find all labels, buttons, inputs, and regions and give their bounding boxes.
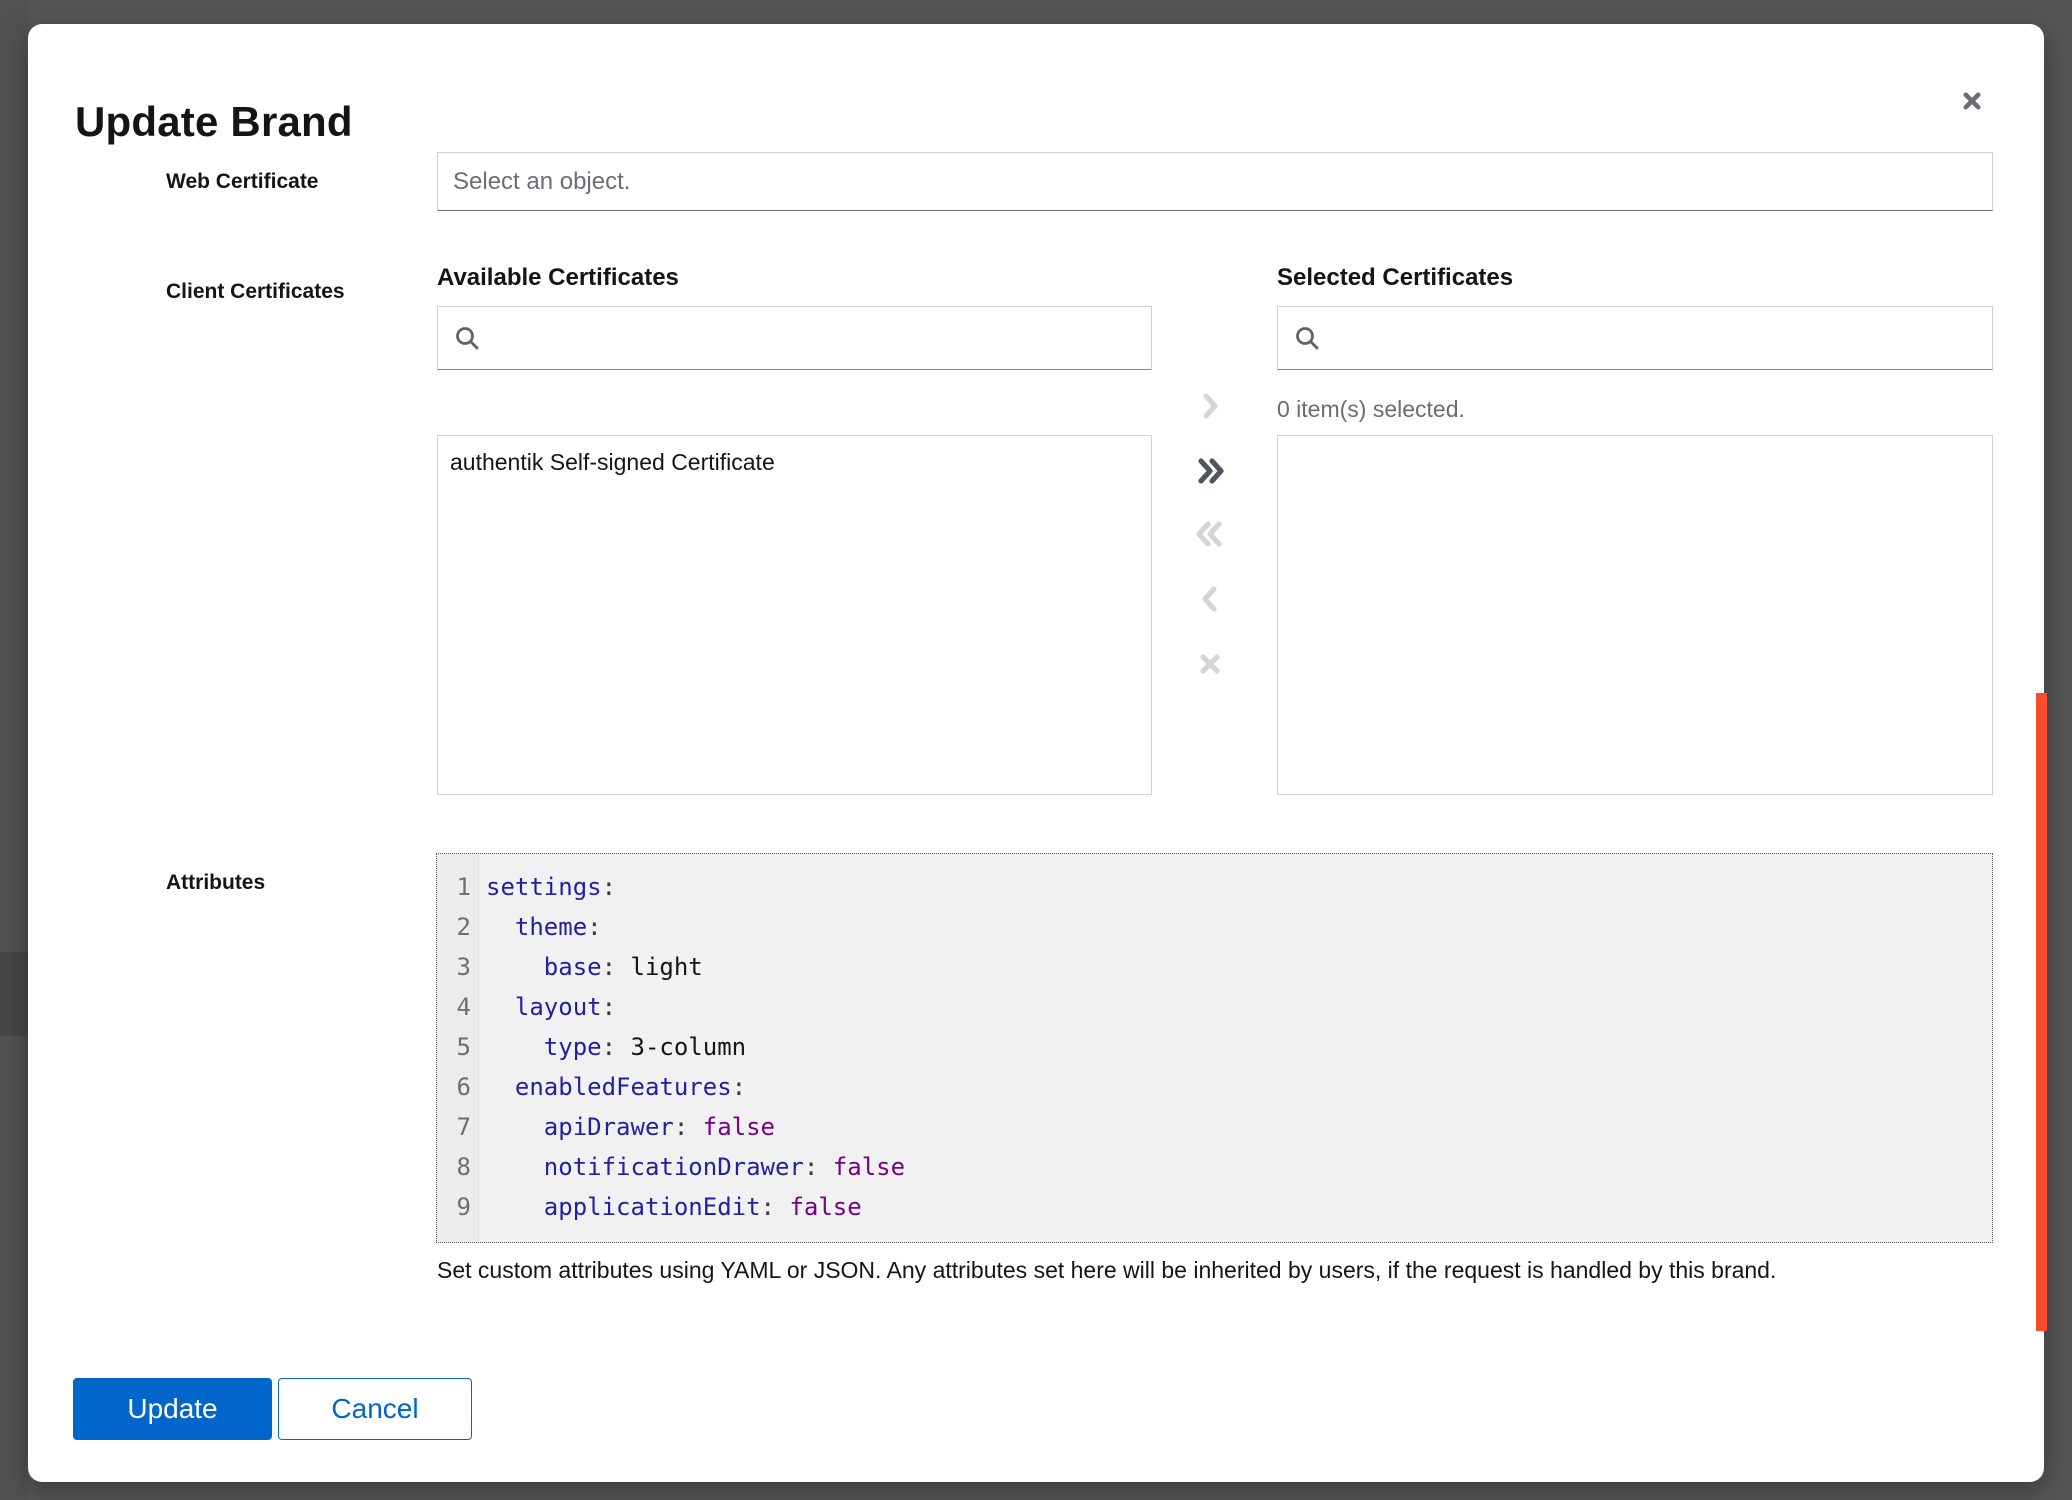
code-editor-content: 1settings:2 theme:3 base: light4 layout:… <box>437 867 1992 1227</box>
search-icon <box>453 324 481 352</box>
times-icon <box>1192 646 1228 682</box>
line-number: 6 <box>437 1067 478 1107</box>
line-number: 9 <box>437 1187 478 1227</box>
available-search-box <box>437 306 1152 370</box>
code-line: 1settings: <box>437 867 1992 907</box>
client-certificates-label: Client Certificates <box>166 280 345 304</box>
code-line: 6 enabledFeatures: <box>437 1067 1992 1107</box>
dimmed-background-sidebar <box>0 0 28 1500</box>
selected-count-status: 0 item(s) selected. <box>1277 396 1465 423</box>
available-search-input[interactable] <box>493 309 1136 367</box>
selected-search-box <box>1277 306 1993 370</box>
update-button[interactable]: Update <box>73 1378 272 1440</box>
cancel-button[interactable]: Cancel <box>278 1378 472 1440</box>
move-selected-left-button[interactable] <box>1188 577 1232 621</box>
clear-selection-button[interactable] <box>1188 642 1232 686</box>
attributes-code-editor[interactable]: 1settings:2 theme:3 base: light4 layout:… <box>436 853 1993 1243</box>
line-number: 8 <box>437 1147 478 1187</box>
code-line: 2 theme: <box>437 907 1992 947</box>
code-line: 8 notificationDrawer: false <box>437 1147 1992 1187</box>
search-icon <box>1293 324 1321 352</box>
line-number: 7 <box>437 1107 478 1147</box>
modal-title: Update Brand <box>75 98 353 146</box>
selected-search-input[interactable] <box>1333 309 1977 367</box>
move-selected-right-button[interactable] <box>1188 384 1232 428</box>
code-line: 7 apiDrawer: false <box>437 1107 1992 1147</box>
code-line: 9 applicationEdit: false <box>437 1187 1992 1227</box>
code-line: 5 type: 3-column <box>437 1027 1992 1067</box>
move-all-left-button[interactable] <box>1188 512 1232 556</box>
close-icon <box>1956 85 1988 120</box>
available-certificates-header: Available Certificates <box>437 264 679 292</box>
line-number: 3 <box>437 947 478 987</box>
line-number: 4 <box>437 987 478 1027</box>
code-line: 4 layout: <box>437 987 1992 1027</box>
selected-certificates-listbox <box>1277 435 1993 795</box>
line-number: 5 <box>437 1027 478 1067</box>
code-line: 3 base: light <box>437 947 1992 987</box>
close-button[interactable] <box>1946 76 1998 128</box>
web-certificate-label: Web Certificate <box>166 170 319 194</box>
move-all-right-button[interactable] <box>1188 449 1232 493</box>
line-number: 2 <box>437 907 478 947</box>
update-brand-modal: Update Brand Web Certificate Client Cert… <box>28 24 2044 1482</box>
angle-left-icon <box>1192 581 1228 617</box>
double-angle-left-icon <box>1192 516 1228 552</box>
double-angle-right-icon <box>1192 453 1228 489</box>
line-number: 1 <box>437 867 478 907</box>
attributes-label: Attributes <box>166 871 265 895</box>
notification-alert-bar <box>2036 693 2047 1331</box>
dimmed-background-sidebar-item <box>0 952 28 1036</box>
available-certificates-listbox: authentik Self-signed Certificate <box>437 435 1152 795</box>
certificate-option[interactable]: authentik Self-signed Certificate <box>438 436 1151 489</box>
attributes-help-text: Set custom attributes using YAML or JSON… <box>437 1257 1776 1284</box>
web-certificate-select[interactable] <box>437 152 1993 211</box>
selected-certificates-header: Selected Certificates <box>1277 264 1513 292</box>
angle-right-icon <box>1192 388 1228 424</box>
